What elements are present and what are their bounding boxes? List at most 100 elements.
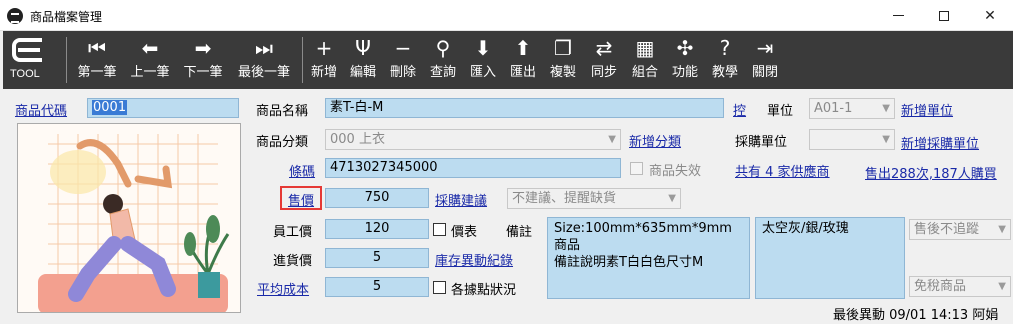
staff-price-label: 員工價 [273, 225, 313, 240]
chevron-down-icon: ▼ [998, 224, 1006, 235]
next-record-label: 下一筆 [183, 65, 223, 80]
new-unit-link[interactable]: 新增單位 [901, 100, 953, 119]
price-list-checkbox[interactable] [433, 223, 446, 236]
new-category-link[interactable]: 新增分類 [629, 131, 681, 150]
toolbar-separator [66, 37, 67, 83]
close-button[interactable]: ✕ [967, 0, 1013, 31]
minimize-button[interactable] [875, 0, 921, 31]
copy-button[interactable]: ❐ 複製 [545, 31, 581, 89]
export-button[interactable]: ⬆ 匯出 [505, 31, 541, 89]
product-illustration [18, 124, 240, 312]
purchase-unit-label: 採購單位 [735, 135, 788, 150]
new-purchase-unit-link[interactable]: 新增採購單位 [901, 133, 979, 152]
maximize-button[interactable] [921, 0, 967, 31]
spec-textarea[interactable]: 太空灰/銀/玫瑰 [755, 217, 905, 299]
import-icon: ⬇ [474, 36, 492, 60]
purchase-suggest-value: 不建議、提醒缺貨 [512, 191, 617, 206]
delete-button[interactable]: − 刪除 [385, 31, 421, 89]
unit-select[interactable]: A01-1 ▼ [809, 98, 895, 119]
prev-record-button[interactable]: ⬅ 上一筆 [125, 31, 175, 89]
prev-record-label: 上一筆 [130, 65, 170, 80]
sync-button[interactable]: ⇄ 同步 [586, 31, 622, 89]
function-icon: ✣ [676, 36, 694, 60]
control-link[interactable]: 控 [733, 100, 746, 119]
combine-button[interactable]: ▦ 組合 [627, 31, 663, 89]
edit-label: 編輯 [349, 65, 376, 80]
staff-price-input[interactable]: 120 [325, 219, 429, 239]
sync-icon: ⇄ [595, 36, 613, 60]
category-select[interactable]: 000 上衣 ▼ [325, 129, 621, 150]
import-button[interactable]: ⬇ 匯入 [465, 31, 501, 89]
help-button[interactable]: ? 教學 [707, 31, 743, 89]
suppliers-link[interactable]: 共有 4 家供應商 [735, 161, 830, 180]
help-icon: ? [719, 36, 731, 60]
edit-button[interactable]: Ψ 編輯 [345, 31, 381, 89]
note-textarea[interactable]: Size:100mm*635mm*9mm商品 備註說明素T白白色尺寸M [547, 217, 750, 299]
price-input[interactable]: 750 [325, 188, 429, 208]
last-record-label: 最後一筆 [237, 65, 290, 80]
app-icon [7, 8, 23, 24]
combine-icon: ▦ [635, 36, 655, 60]
chevron-down-icon: ▼ [608, 134, 616, 145]
note-line: Size:100mm*635mm*9mm商品 [554, 221, 732, 253]
purchase-suggest-link[interactable]: 採購建議 [435, 190, 487, 209]
stock-log-link[interactable]: 庫存異動紀錄 [435, 250, 513, 269]
last-icon: ⏭ [255, 36, 273, 60]
product-name-input[interactable]: 素T-白-M [325, 98, 724, 118]
plus-icon: + [315, 36, 333, 60]
product-code-link[interactable]: 商品代碼 [15, 100, 67, 119]
add-button[interactable]: + 新增 [306, 31, 342, 89]
unit-label: 單位 [767, 104, 794, 119]
avg-cost-link[interactable]: 平均成本 [257, 279, 309, 298]
first-record-label: 第一筆 [77, 65, 117, 80]
product-name-label: 商品名稱 [256, 104, 309, 119]
avg-cost-input[interactable]: 5 [325, 277, 429, 297]
tax-select[interactable]: 免稅商品 ▼ [909, 276, 1011, 297]
branch-status-checkbox[interactable] [433, 281, 446, 294]
aftersale-select[interactable]: 售後不追蹤 ▼ [909, 219, 1011, 240]
purchase-suggest-select[interactable]: 不建議、提醒缺貨 ▼ [507, 188, 681, 209]
next-icon: ➡ [194, 36, 212, 60]
search-button[interactable]: ⚲ 查詢 [425, 31, 461, 89]
price-link[interactable]: 售價 [288, 190, 314, 209]
toolbar-separator [302, 37, 303, 83]
aftersale-value: 售後不追蹤 [914, 222, 980, 237]
chevron-down-icon: ▼ [882, 103, 890, 114]
exit-button[interactable]: ⇥ 關閉 [747, 31, 783, 89]
purchase-unit-select[interactable]: ▼ [809, 129, 895, 150]
inactive-checkbox[interactable] [630, 162, 643, 175]
first-record-button[interactable]: ⏮ 第一筆 [72, 31, 122, 89]
logo-text: TOOL [10, 68, 40, 80]
note-label: 備註 [506, 225, 533, 240]
function-button[interactable]: ✣ 功能 [667, 31, 703, 89]
sales-link[interactable]: 售出288次,187人購買 [865, 163, 997, 182]
cost-in-label: 進貨價 [273, 254, 313, 269]
maximize-icon [939, 10, 949, 21]
exit-icon: ⇥ [756, 36, 774, 60]
copy-label: 複製 [549, 65, 576, 80]
product-code-input[interactable]: 0001 [87, 98, 239, 118]
branch-status-label: 各據點狀況 [451, 283, 517, 298]
price-list-label: 價表 [451, 225, 478, 240]
search-label: 查詢 [429, 65, 456, 80]
unit-value: A01-1 [814, 101, 853, 116]
product-image [17, 123, 241, 313]
title-bar: 商品檔案管理 ✕ [0, 0, 1013, 31]
minus-icon: − [394, 36, 412, 60]
chevron-down-icon: ▼ [998, 281, 1006, 292]
help-label: 教學 [711, 65, 738, 80]
prev-icon: ⬅ [141, 36, 159, 60]
toolbar: TOOL ⏮ 第一筆 ⬅ 上一筆 ➡ 下一筆 ⏭ 最後一筆 + 新增 Ψ 編輯 … [3, 31, 1013, 89]
product-code-value: 0001 [92, 100, 128, 115]
product-form: 商品代碼 0001 商品名稱 素T-白-M 控 單位 A01-1 ▼ 新增單位 商… [3, 89, 1013, 324]
note-line: 備註說明素T白白色尺寸M [554, 255, 704, 270]
minimize-icon [892, 15, 904, 16]
delete-label: 刪除 [389, 65, 416, 80]
cost-in-input[interactable]: 5 [325, 248, 429, 268]
barcode-link[interactable]: 條碼 [289, 161, 315, 180]
next-record-button[interactable]: ➡ 下一筆 [178, 31, 228, 89]
function-label: 功能 [671, 65, 698, 80]
inactive-label: 商品失效 [649, 164, 702, 179]
last-record-button[interactable]: ⏭ 最後一筆 [232, 31, 296, 89]
barcode-input[interactable]: 4713027345000 [325, 158, 621, 178]
